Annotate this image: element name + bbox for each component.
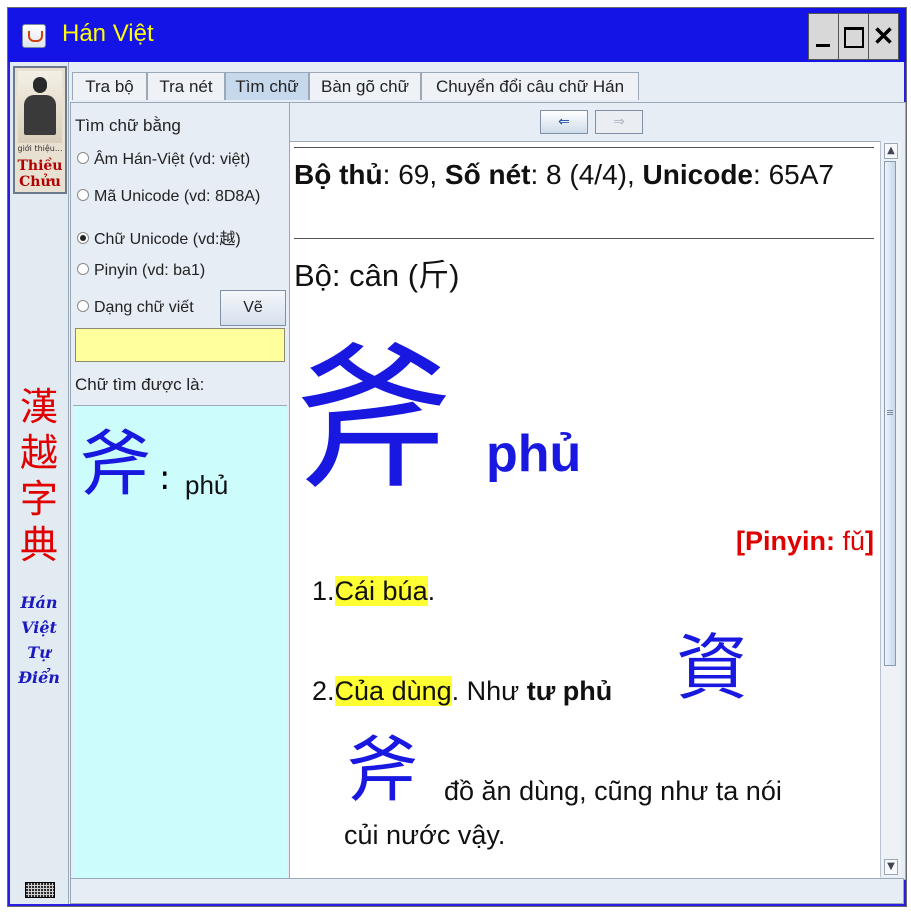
divider: [294, 238, 874, 239]
window-title: Hán Việt: [62, 20, 154, 47]
back-arrow-icon: ⇐: [558, 114, 570, 130]
close-button[interactable]: ✕: [868, 13, 899, 60]
han-viet-dictionary-logo: 漢 越 字 典: [19, 385, 58, 567]
author-portrait: [18, 71, 62, 143]
search-results: 斧 : phủ: [73, 405, 287, 878]
title-bar[interactable]: Hán Việt ✕: [8, 8, 906, 62]
tab-chuyen-doi[interactable]: Chuyển đổi câu chữ Hán: [421, 72, 639, 100]
option-chu-unicode[interactable]: Chữ Unicode (vd:越): [77, 225, 241, 249]
definition-1: 1.Cái búa.: [312, 576, 436, 606]
keyboard-icon[interactable]: [25, 882, 55, 898]
search-panel: Tìm chữ bằng Âm Hán-Việt (vd: việt) Mã U…: [71, 103, 290, 879]
about-author-button[interactable]: giới thiệu... Thiều Chửu: [13, 66, 67, 194]
tab-tim-chu[interactable]: Tìm chữ: [225, 72, 309, 100]
radio-button-selected[interactable]: [77, 231, 89, 244]
radical-character[interactable]: 斤: [418, 258, 449, 294]
definition-2-line-2: đồ ăn dùng, cũng như ta nói: [444, 776, 782, 806]
tab-tra-net[interactable]: Tra nét: [147, 72, 225, 100]
main-character: 斧: [294, 328, 452, 512]
portrait-name: Thiều Chửu: [17, 158, 63, 190]
tab-tra-bo[interactable]: Tra bộ: [72, 72, 147, 100]
left-sidebar: giới thiệu... Thiều Chửu 漢 越 字 典 Hán Việ…: [10, 62, 69, 904]
search-heading: Tìm chữ bằng: [75, 116, 181, 135]
radio-button[interactable]: [77, 151, 89, 164]
entry-content: Bộ thủ: 69, Số nét: 8 (4/4), Unicode: 65…: [290, 141, 880, 878]
pinyin-line: [Pinyin: fǔ]: [735, 526, 874, 556]
han-viet-tu-dien-label: Hán Việt Tự Điển: [18, 593, 60, 687]
forward-button[interactable]: ⇒: [595, 110, 643, 134]
java-cup-icon[interactable]: [22, 24, 46, 48]
result-character[interactable]: 斧: [79, 424, 151, 504]
option-dang-chu-viet[interactable]: Dạng chữ viết: [77, 299, 194, 323]
scroll-up-icon[interactable]: ▲: [884, 143, 898, 159]
window-client: giới thiệu... Thiều Chửu 漢 越 字 典 Hán Việ…: [10, 62, 906, 904]
radical-line: Bộ: cân (斤): [294, 258, 460, 294]
result-colon: :: [159, 458, 171, 498]
radio-button[interactable]: [77, 262, 89, 275]
minimize-button[interactable]: [808, 13, 839, 60]
minimize-icon: [816, 44, 830, 47]
radio-button[interactable]: [77, 188, 89, 201]
option-ma-unicode[interactable]: Mã Unicode (vd: 8D8A): [77, 188, 260, 212]
found-label: Chữ tìm được là:: [75, 375, 205, 394]
search-input[interactable]: [75, 328, 285, 362]
scroll-down-icon[interactable]: ▼: [884, 859, 898, 875]
character-info: Bộ thủ: 69, Số nét: 8 (4/4), Unicode: 65…: [294, 159, 834, 190]
scrollbar-thumb[interactable]: [884, 161, 896, 666]
draw-button[interactable]: Vẽ: [220, 290, 286, 326]
tab-panel: Tìm chữ bằng Âm Hán-Việt (vd: việt) Mã U…: [70, 102, 906, 880]
definition-han-char-1[interactable]: 資: [676, 628, 748, 708]
maximize-button[interactable]: [838, 13, 869, 60]
close-icon: ✕: [872, 21, 895, 51]
vertical-scrollbar[interactable]: ▲ ▼: [880, 141, 901, 877]
forward-arrow-icon: ⇒: [613, 114, 625, 130]
tab-ban-go-chu[interactable]: Bàn gõ chữ: [309, 72, 421, 100]
option-am-han-viet[interactable]: Âm Hán-Việt (vd: việt): [77, 151, 250, 175]
app-window: Hán Việt ✕ giới thiệu... Thiều Chửu 漢 越 …: [8, 8, 906, 906]
back-button[interactable]: ⇐: [540, 110, 588, 134]
portrait-caption: giới thiệu...: [17, 144, 63, 153]
radio-button[interactable]: [77, 299, 89, 312]
result-reading[interactable]: phủ: [185, 470, 228, 500]
entry-panel: ⇐ ⇒ Bộ thủ: 69, Số nét: 8 (4/4), Unicode…: [290, 103, 905, 879]
definition-2: 2.Của dùng. Như tư phủ: [312, 676, 613, 706]
definition-han-char-2[interactable]: 斧: [346, 730, 418, 810]
option-pinyin[interactable]: Pinyin (vd: ba1): [77, 262, 205, 286]
main-reading: phủ: [486, 425, 582, 483]
maximize-icon: [844, 27, 864, 48]
definition-2-line-3: củi nước vậy.: [344, 820, 506, 850]
divider: [294, 147, 874, 148]
status-bar: [70, 878, 904, 904]
